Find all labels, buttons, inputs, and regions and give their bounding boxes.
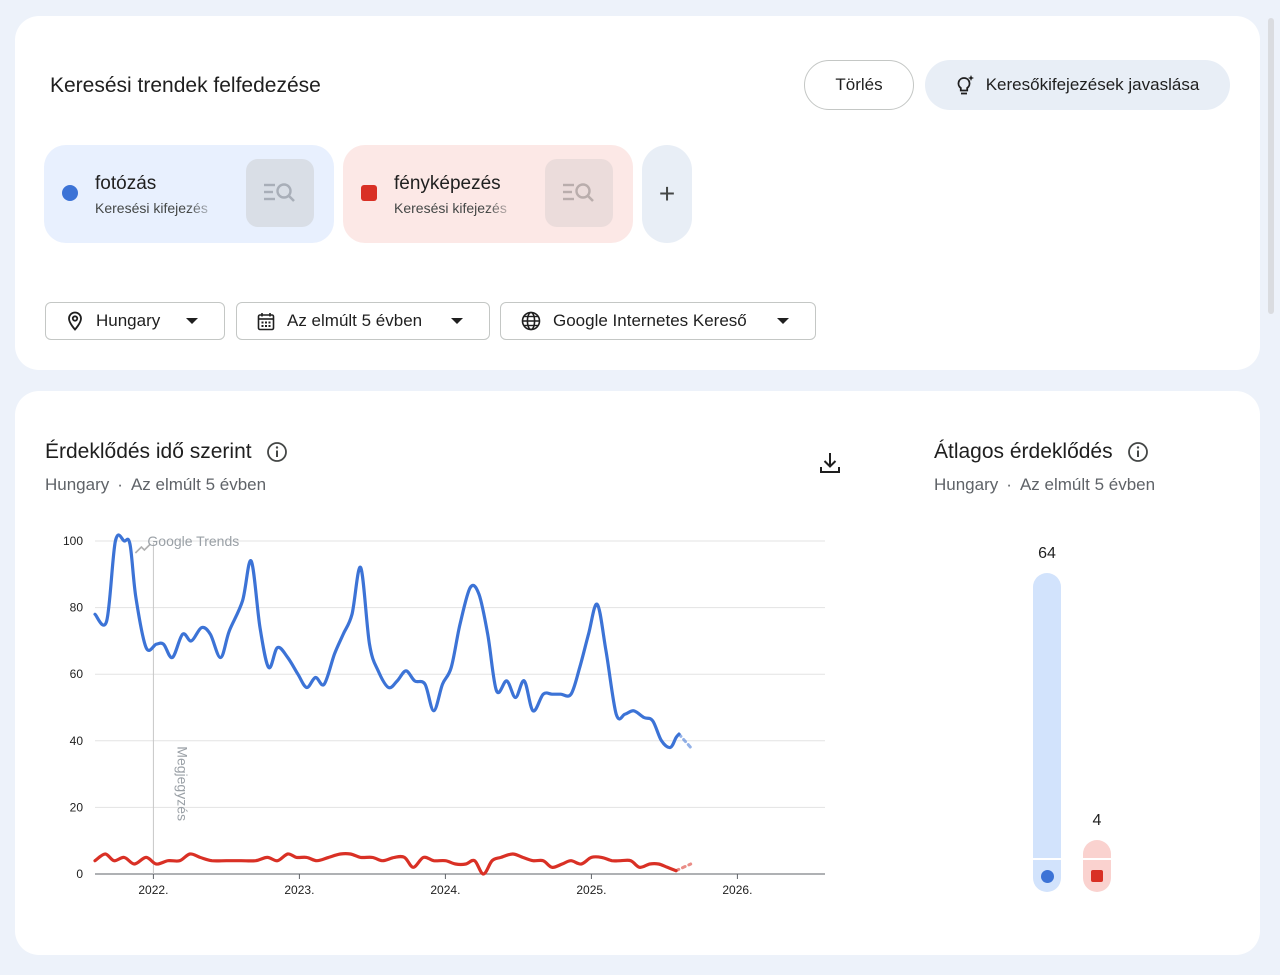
explore-card: Keresési trendek felfedezése Törlés Kere… — [15, 16, 1260, 370]
term-type: Keresési kifejezés — [95, 200, 208, 216]
globe-icon — [521, 311, 541, 331]
x-tick-label: 2023. — [284, 883, 314, 897]
annotation-label[interactable]: Megjegyzés — [174, 746, 190, 821]
average-value: 4 — [1092, 812, 1102, 830]
x-tick-label: 2022. — [138, 883, 168, 897]
y-tick-label: 60 — [70, 667, 84, 681]
time-range-filter[interactable]: Az elmúlt 5 évben — [236, 302, 490, 340]
subtitle-time: Az elmúlt 5 évben — [1019, 475, 1156, 494]
location-filter[interactable]: Hungary — [45, 302, 225, 340]
search-term-card-2[interactable]: fényképezés Keresési kifejezés — [343, 145, 633, 243]
circle-marker-icon — [1040, 869, 1054, 883]
series-marker — [1083, 860, 1111, 892]
download-icon[interactable] — [816, 449, 844, 477]
interest-over-time-title: Érdeklődés idő szerint — [45, 440, 252, 463]
x-tick-label: 2024. — [430, 883, 460, 897]
x-tick-label: 2025. — [576, 883, 606, 897]
suggest-terms-label: Keresőkifejezések javaslása — [985, 75, 1200, 94]
y-tick-label: 80 — [70, 601, 84, 615]
calendar-icon — [257, 312, 275, 331]
y-tick-label: 40 — [70, 734, 84, 748]
interest-over-time-chart[interactable]: 0 20 40 60 80 100 2022. 2023. 2024. 2025. 2026. Me… — [45, 521, 865, 901]
search-property-filter-value: Google Internetes Kereső — [553, 311, 747, 330]
series-partial-2 — [674, 862, 693, 873]
series-marker — [1033, 860, 1061, 892]
series-color-dot — [62, 185, 78, 201]
dropdown-arrow-icon — [186, 318, 198, 324]
search-term-card-1[interactable]: fotózás Keresési kifejezés — [44, 145, 334, 243]
average-value: 64 — [1038, 545, 1056, 562]
y-tick-label: 100 — [63, 534, 83, 548]
series-line-2[interactable] — [93, 852, 678, 876]
average-bar-fill — [1033, 573, 1061, 858]
dropdown-arrow-icon — [451, 318, 463, 324]
chart-watermark: Google Trends — [147, 533, 239, 549]
y-tick-label: 20 — [70, 800, 84, 814]
time-range-filter-value: Az elmúlt 5 évben — [287, 311, 423, 330]
y-tick-label: 0 — [76, 867, 83, 881]
plus-icon: + — [658, 178, 676, 209]
clear-button[interactable]: Törlés — [804, 60, 914, 110]
interest-over-time-subtitle: Hungary · Az elmúlt 5 évben — [45, 475, 266, 495]
average-interest-heading: Átlagos érdeklődés — [934, 440, 1149, 464]
subtitle-time: Az elmúlt 5 évben — [130, 475, 267, 494]
subtitle-geo: Hungary — [934, 475, 999, 494]
series-color-square — [361, 185, 377, 201]
dropdown-arrow-icon — [777, 318, 789, 324]
term-type: Keresési kifejezés — [394, 200, 507, 216]
x-tick-label: 2026. — [722, 883, 752, 897]
term-name: fényképezés — [394, 173, 501, 194]
suggest-terms-button[interactable]: Keresőkifejezések javaslása — [925, 60, 1230, 110]
add-term-button[interactable]: + — [642, 145, 692, 243]
location-filter-value: Hungary — [96, 311, 161, 330]
location-pin-icon — [66, 311, 84, 331]
search-list-icon[interactable] — [545, 159, 613, 227]
subtitle-separator: · — [117, 475, 123, 494]
interest-over-time-heading: Érdeklődés idő szerint — [45, 440, 288, 464]
info-icon[interactable] — [1127, 441, 1149, 463]
chart-card: Érdeklődés idő szerint Hungary · Az elmúlt… — [15, 391, 1260, 955]
term-name: fotózás — [95, 173, 157, 194]
average-interest-title: Átlagos érdeklődés — [934, 440, 1113, 463]
info-icon[interactable] — [266, 441, 288, 463]
lightbulb-sparkle-icon — [956, 74, 976, 96]
search-property-filter[interactable]: Google Internetes Kereső — [500, 302, 816, 340]
square-marker-icon — [1091, 870, 1103, 882]
search-list-icon[interactable] — [246, 159, 314, 227]
subtitle-geo: Hungary — [45, 475, 110, 494]
scrollbar[interactable] — [1268, 18, 1274, 314]
series-line-1[interactable] — [93, 533, 681, 750]
subtitle-separator: · — [1006, 475, 1012, 494]
average-interest-subtitle: Hungary · Az elmúlt 5 évben — [934, 475, 1155, 495]
page-title: Keresési trendek felfedezése — [50, 74, 321, 97]
